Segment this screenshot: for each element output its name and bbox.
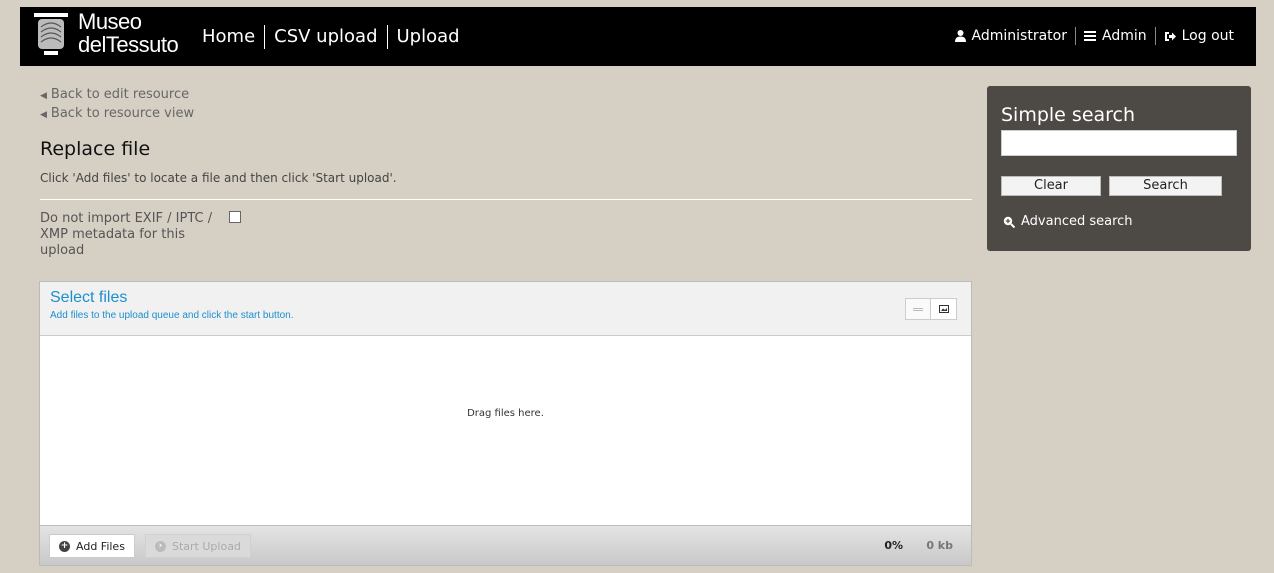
start-upload-button[interactable]: › Start Upload (145, 534, 251, 558)
plus-circle-icon: + (59, 540, 70, 552)
admin-link[interactable]: Admin (1074, 27, 1155, 45)
uploader-subtitle: Add files to the upload queue and click … (50, 310, 294, 321)
nav-upload[interactable]: Upload (386, 25, 469, 49)
user-nav: Administrator Admin Log out (947, 27, 1242, 45)
logout-link[interactable]: Log out (1154, 27, 1242, 45)
page-title: Replace file (40, 138, 151, 160)
view-toggle (905, 298, 957, 320)
caret-left-icon: ◀ (40, 110, 47, 120)
uploader-title: Select files (50, 289, 128, 306)
uploader-footer: + Add Files › Start Upload 0% 0 kb (40, 525, 971, 565)
back-to-view-link[interactable]: ◀ Back to resource view (40, 105, 972, 124)
drop-zone[interactable]: Drag files here. (40, 336, 971, 525)
logo-text-del: del (78, 32, 106, 57)
main-content: ◀ Back to edit resource ◀ Back to resource… (40, 86, 972, 267)
drop-zone-text: Drag files here. (467, 408, 544, 419)
thumbnail-view-button[interactable] (931, 298, 957, 320)
back-to-view-label: Back to resource view (50, 106, 195, 121)
exif-option: Do not import EXIF / IPTC / XMP metadata… (40, 211, 972, 267)
nav-home[interactable]: Home (202, 25, 264, 49)
thumbnail-view-icon (938, 305, 949, 313)
simple-search-panel: Simple search Clear Search Advanced sear… (987, 86, 1251, 251)
user-name: Administrator (971, 28, 1067, 44)
logo-text-tessuto: Tessuto (105, 32, 179, 57)
search-button[interactable]: Search (1109, 176, 1222, 196)
exif-label: Do not import EXIF / IPTC / XMP metadata… (40, 211, 213, 258)
file-uploader: Select files Add files to the upload que… (39, 281, 972, 566)
list-view-button[interactable] (905, 298, 931, 320)
add-files-label: Add Files (76, 539, 125, 553)
logo[interactable]: Museo delTessuto (34, 11, 184, 61)
list-view-icon (913, 308, 923, 311)
upload-percent: 0% (884, 539, 903, 552)
zoom-in-icon (1003, 216, 1015, 228)
instructions: Click 'Add files' to locate a file and t… (40, 171, 397, 185)
menu-icon (1083, 31, 1096, 41)
start-upload-label: Start Upload (172, 539, 241, 553)
divider (40, 199, 972, 200)
logo-text-deltessuto: delTessuto (78, 32, 179, 57)
user-menu[interactable]: Administrator (947, 27, 1075, 45)
search-input[interactable] (1001, 130, 1237, 156)
logo-icon (34, 13, 68, 55)
back-to-edit-link[interactable]: ◀ Back to edit resource (40, 86, 972, 105)
advanced-search-label: Advanced search (1021, 214, 1133, 229)
logout-label: Log out (1181, 28, 1234, 44)
search-title: Simple search (1001, 104, 1136, 126)
add-files-button[interactable]: + Add Files (49, 534, 135, 558)
arrow-circle-icon: › (155, 540, 166, 552)
upload-size: 0 kb (926, 539, 953, 552)
back-to-edit-label: Back to edit resource (50, 87, 190, 102)
uploader-header: Select files Add files to the upload que… (40, 282, 971, 336)
admin-label: Admin (1101, 28, 1147, 44)
header: Museo delTessuto Home CSV upload Upload … (0, 0, 1274, 66)
exif-checkbox[interactable] (229, 211, 241, 223)
top-nav: Home CSV upload Upload (202, 25, 469, 49)
user-icon (954, 30, 966, 42)
header-bar: Museo delTessuto Home CSV upload Upload … (20, 7, 1256, 66)
nav-csv-upload[interactable]: CSV upload (264, 25, 386, 49)
caret-left-icon: ◀ (40, 91, 47, 101)
clear-button[interactable]: Clear (1001, 176, 1101, 196)
advanced-search-link[interactable]: Advanced search (1003, 214, 1133, 229)
logout-icon (1164, 31, 1176, 41)
logo-text-museo: Museo (78, 9, 142, 34)
